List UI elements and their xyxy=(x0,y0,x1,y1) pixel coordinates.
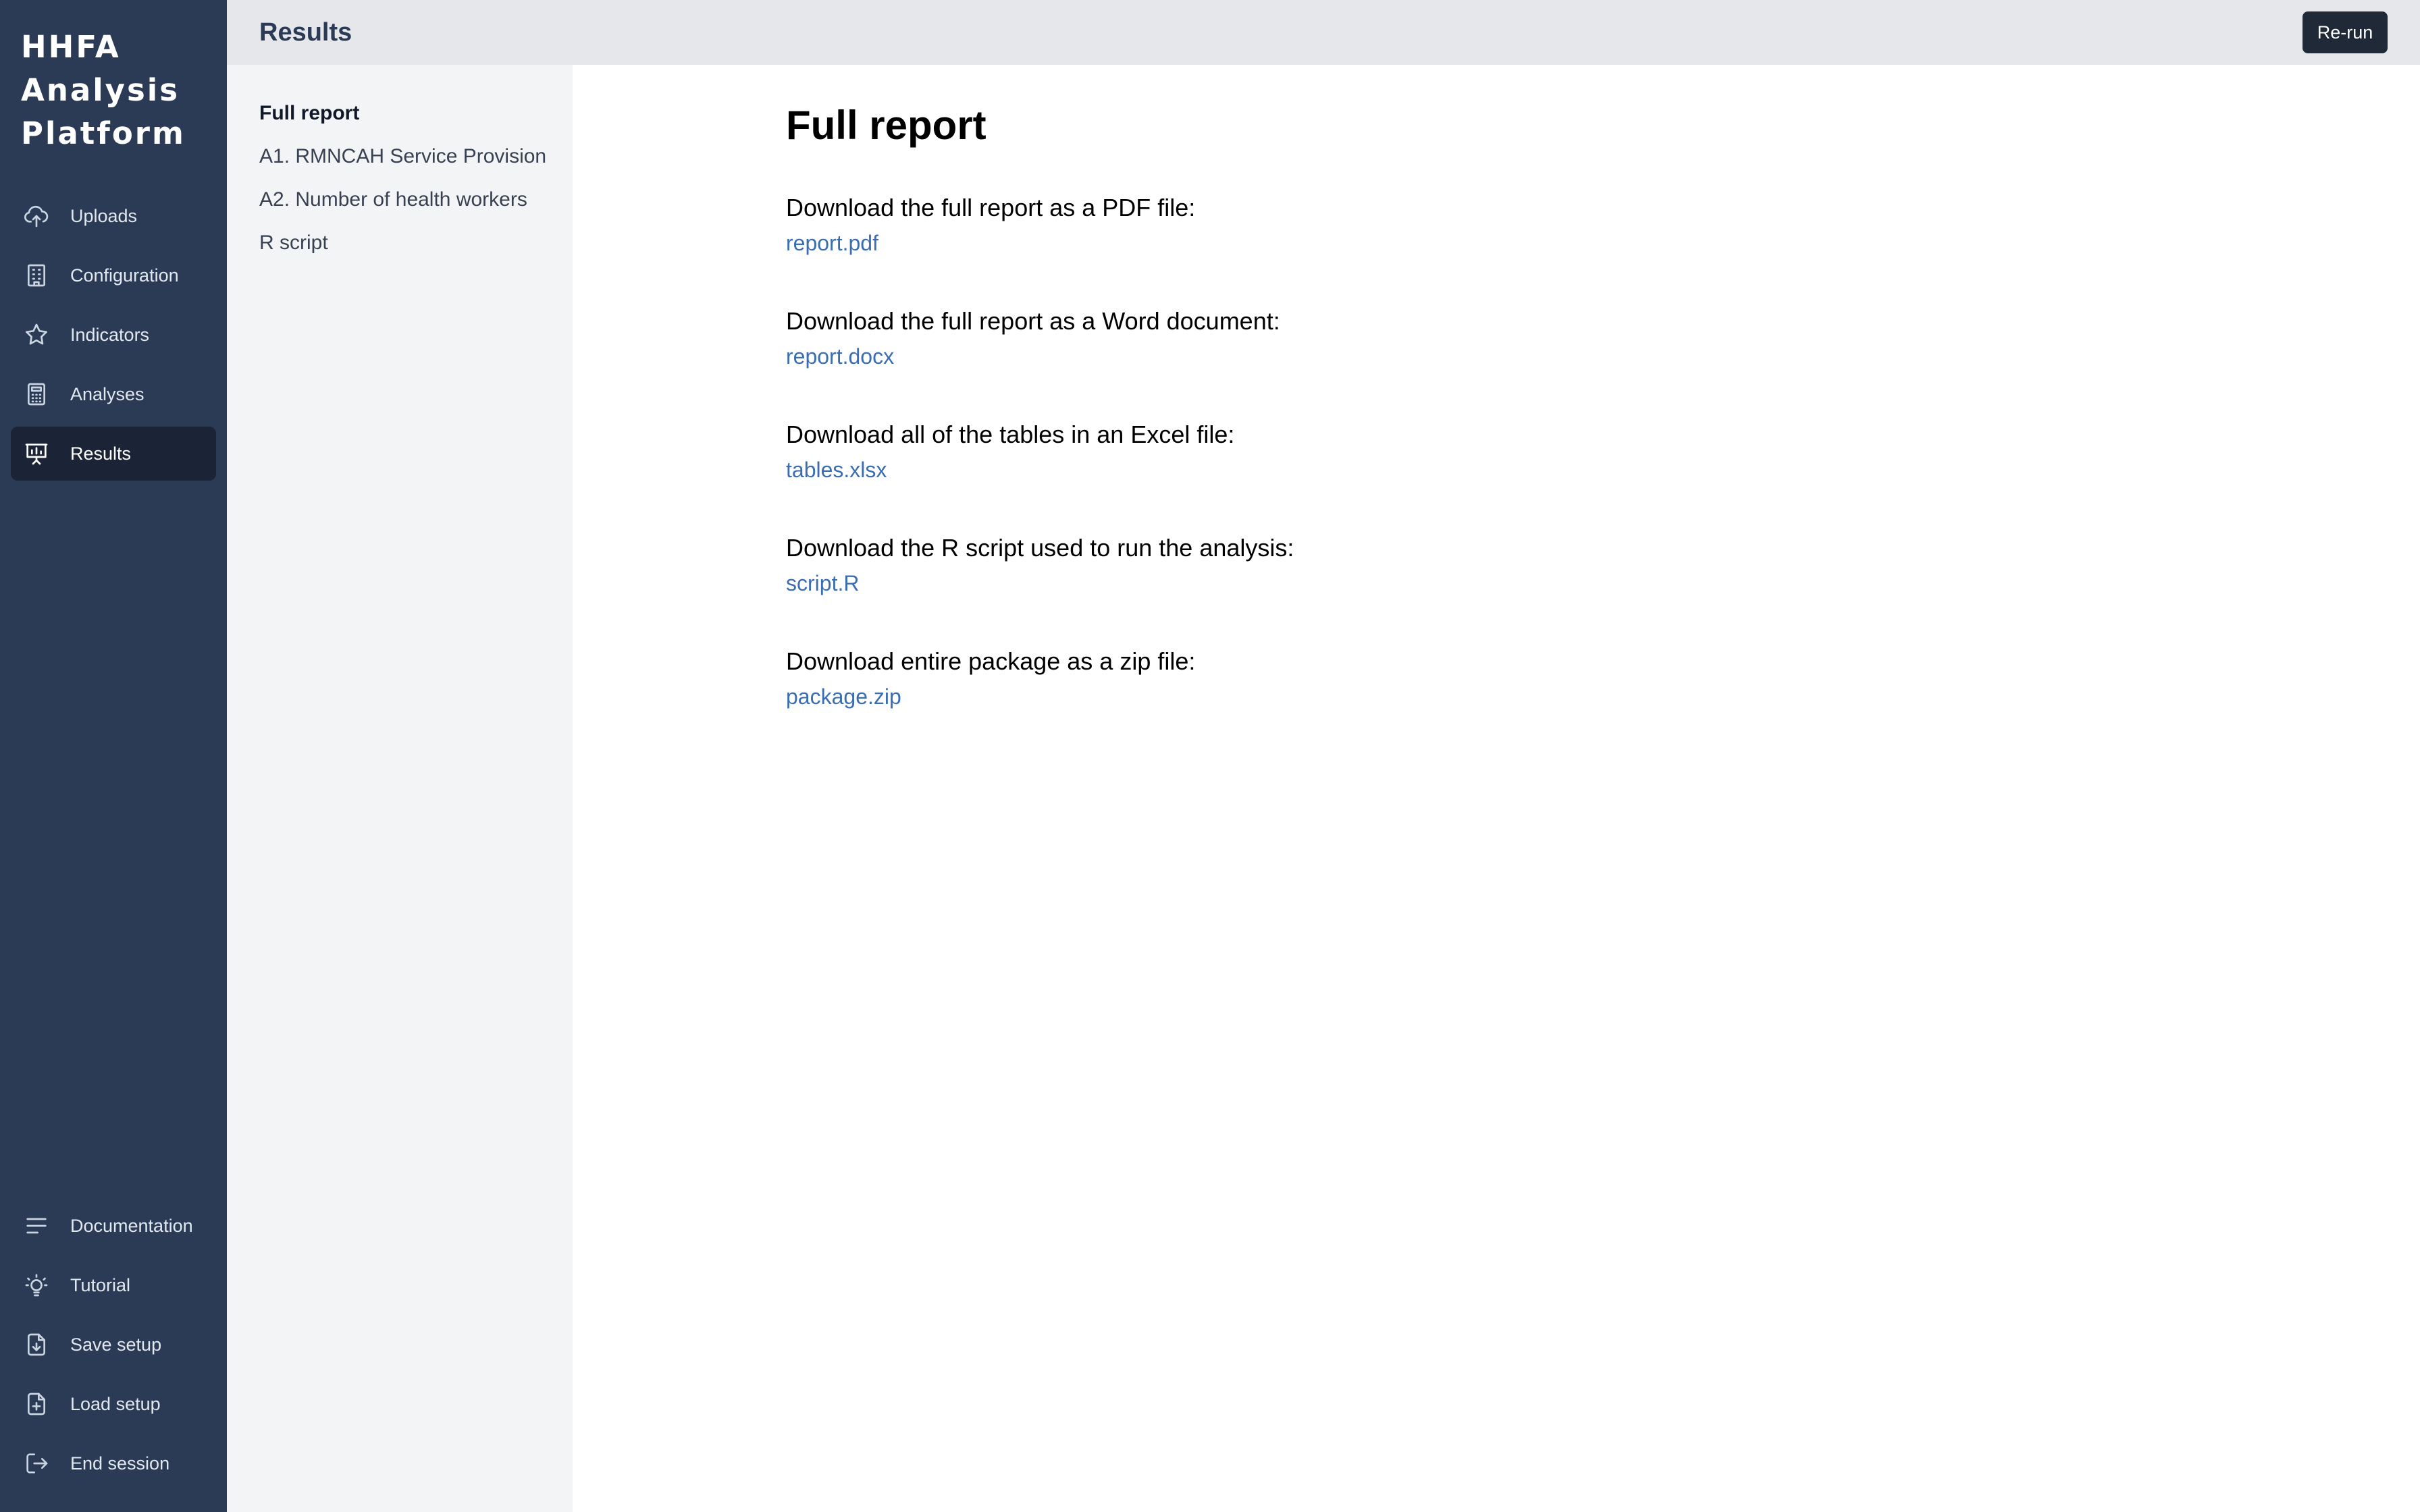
file-plus-icon xyxy=(23,1390,50,1418)
download-link-xlsx[interactable]: tables.xlsx xyxy=(786,455,887,485)
brand-line: Platform xyxy=(21,115,186,151)
results-subnav: Full report A1. RMNCAH Service Provision… xyxy=(227,65,573,1512)
sidebar-item-uploads[interactable]: Uploads xyxy=(11,189,216,243)
cloud-upload-icon xyxy=(23,202,50,230)
sidebar-item-load-setup[interactable]: Load setup xyxy=(11,1377,216,1431)
brand-line: HHFA xyxy=(21,29,121,65)
download-link-r-script[interactable]: script.R xyxy=(786,568,859,598)
sidebar-item-results[interactable]: Results xyxy=(11,427,216,481)
rerun-button[interactable]: Re-run xyxy=(2303,11,2388,53)
download-label: Download entire package as a zip file: xyxy=(786,647,1196,675)
section-heading: Full report xyxy=(786,103,987,148)
download-item: Download entire package as a zip file: p… xyxy=(786,645,1195,711)
download-link-pdf[interactable]: report.pdf xyxy=(786,228,878,258)
sidebar-item-label: Results xyxy=(70,443,132,464)
sidebar-item-label: Save setup xyxy=(70,1334,162,1355)
page-title: Results xyxy=(259,18,352,47)
logout-icon xyxy=(23,1450,50,1477)
download-link-zip[interactable]: package.zip xyxy=(786,682,901,711)
download-item: Download the full report as a Word docum… xyxy=(786,305,1280,371)
sidebar-item-save-setup[interactable]: Save setup xyxy=(11,1318,216,1372)
sidebar-item-label: Uploads xyxy=(70,206,138,226)
sidebar-item-end-session[interactable]: End session xyxy=(11,1436,216,1490)
lightbulb-icon xyxy=(23,1272,50,1299)
download-item: Download the R script used to run the an… xyxy=(786,532,1294,598)
app-root: HHFA Analysis Platform Uploads Configura… xyxy=(0,0,2420,1512)
building-icon xyxy=(23,262,50,289)
sidebar-item-tutorial[interactable]: Tutorial xyxy=(11,1258,216,1312)
subnav-item-a2[interactable]: A2. Number of health workers xyxy=(259,186,527,213)
sidebar-item-indicators[interactable]: Indicators xyxy=(11,308,216,362)
sidebar: HHFA Analysis Platform Uploads Configura… xyxy=(0,0,227,1512)
download-label: Download the full report as a Word docum… xyxy=(786,307,1280,335)
download-label: Download all of the tables in an Excel f… xyxy=(786,421,1235,448)
sidebar-item-label: Tutorial xyxy=(70,1275,131,1295)
sidebar-item-label: Configuration xyxy=(70,265,179,286)
sidebar-item-analyses[interactable]: Analyses xyxy=(11,367,216,421)
sidebar-item-label: Indicators xyxy=(70,325,150,345)
star-icon xyxy=(23,321,50,348)
presentation-chart-icon xyxy=(23,440,50,467)
sidebar-item-configuration[interactable]: Configuration xyxy=(11,248,216,302)
calculator-icon xyxy=(23,381,50,408)
download-label: Download the full report as a PDF file: xyxy=(786,194,1196,221)
download-link-docx[interactable]: report.docx xyxy=(786,342,894,371)
download-item: Download all of the tables in an Excel f… xyxy=(786,418,1234,485)
sidebar-item-documentation[interactable]: Documentation xyxy=(11,1199,216,1253)
brand-line: Analysis xyxy=(21,72,180,108)
lines-icon xyxy=(23,1212,50,1239)
download-label: Download the R script used to run the an… xyxy=(786,534,1294,562)
app-brand: HHFA Analysis Platform xyxy=(21,26,217,155)
main-content: Full report Download the full report as … xyxy=(573,65,2420,1512)
sidebar-item-label: Analyses xyxy=(70,384,144,404)
download-item: Download the full report as a PDF file: … xyxy=(786,192,1195,258)
subnav-item-full-report[interactable]: Full report xyxy=(259,100,359,127)
sidebar-item-label: Documentation xyxy=(70,1216,193,1236)
subnav-item-a1[interactable]: A1. RMNCAH Service Provision xyxy=(259,143,546,170)
subnav-item-r-script[interactable]: R script xyxy=(259,230,328,256)
page-header: Results xyxy=(227,0,2420,65)
sidebar-item-label: End session xyxy=(70,1453,170,1474)
file-download-icon xyxy=(23,1331,50,1358)
sidebar-item-label: Load setup xyxy=(70,1394,161,1414)
